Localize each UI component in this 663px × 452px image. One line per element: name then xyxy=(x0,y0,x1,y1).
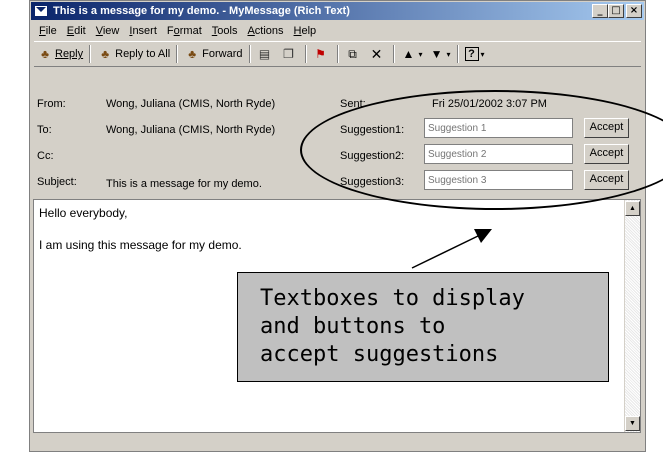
chevron-down-icon: ▾ xyxy=(480,49,485,59)
body-line-text: I am using this message for my demo. xyxy=(39,238,242,252)
body-line-greeting: Hello everybody, xyxy=(39,206,128,220)
cc-label: Cc: xyxy=(37,150,54,162)
reply-label: Reply xyxy=(55,48,84,60)
maximize-button[interactable]: □ xyxy=(608,4,624,18)
menu-view[interactable]: View xyxy=(91,25,125,37)
minimize-button[interactable]: _ xyxy=(592,4,608,18)
from-label: From: xyxy=(37,98,66,110)
annotation-line-3: accept suggestions xyxy=(260,342,499,367)
annotation-line-1: Textboxes to display xyxy=(260,286,525,311)
scroll-up-icon[interactable]: ▲ xyxy=(625,201,640,216)
flag-button[interactable]: ⚑ xyxy=(310,44,334,64)
help-icon: ? xyxy=(464,47,479,61)
forward-people-icon: ♣ xyxy=(188,47,197,61)
window-title: This is a message for my demo. - MyMessa… xyxy=(53,5,350,17)
scroll-down-icon[interactable]: ▼ xyxy=(625,416,640,431)
toolbar-separator xyxy=(248,45,251,63)
annotation-callout: Textboxes to display and buttons to acce… xyxy=(237,272,609,382)
toolbar-separator xyxy=(336,45,339,63)
print-button[interactable]: ▤ xyxy=(254,44,278,64)
up-arrow-icon: ▲ xyxy=(402,47,415,61)
toolbar-separator xyxy=(304,45,307,63)
menu-actions[interactable]: Actions xyxy=(242,25,288,37)
down-arrow-icon: ▼ xyxy=(430,47,443,61)
move-button[interactable]: ⧉ xyxy=(342,44,366,64)
reply-all-label: Reply to All xyxy=(115,48,171,60)
annotation-text: Textboxes to display and buttons to acce… xyxy=(260,285,525,369)
menu-bar: File Edit View Insert Format Tools Actio… xyxy=(34,22,321,40)
forward-button[interactable]: ♣ Forward xyxy=(181,44,245,64)
delete-icon: ✕ xyxy=(370,46,383,62)
copy-button[interactable]: ❐ xyxy=(278,44,302,64)
next-item-button[interactable]: ▼ ▾ xyxy=(426,44,454,64)
print-icon: ▤ xyxy=(258,47,271,61)
flag-icon: ⚑ xyxy=(315,47,326,61)
menu-format[interactable]: Format xyxy=(162,25,207,37)
toolbar-separator xyxy=(176,45,179,63)
subject-label: Subject: xyxy=(37,176,77,188)
window-controls: _ □ × xyxy=(592,4,642,18)
menu-insert[interactable]: Insert xyxy=(124,25,162,37)
toolbar-separator xyxy=(456,45,459,63)
toolbar-separator xyxy=(392,45,395,63)
envelope-icon xyxy=(34,5,48,17)
people-icon: ♣ xyxy=(41,47,49,61)
menu-edit[interactable]: Edit xyxy=(62,25,91,37)
title-bar[interactable]: This is a message for my demo. - MyMessa… xyxy=(31,2,644,20)
from-value: Wong, Juliana (CMIS, North Ryde) xyxy=(106,98,276,110)
chevron-down-icon: ▾ xyxy=(418,49,423,59)
reply-all-button[interactable]: ♣ Reply to All xyxy=(94,44,173,64)
subject-value: This is a message for my demo. xyxy=(106,178,262,190)
move-icon: ⧉ xyxy=(348,47,357,61)
reply-button[interactable]: ♣ Reply xyxy=(34,44,86,64)
people-icon: ♣ xyxy=(101,47,110,61)
annotation-line-2: and buttons to xyxy=(260,314,446,339)
toolbar: ♣ Reply ♣ Reply to All ♣ Forward ▤ ❐ ⚑ ⧉… xyxy=(34,41,641,67)
copy-icon: ❐ xyxy=(283,47,294,61)
help-button[interactable]: ? ▾ xyxy=(462,44,488,64)
chevron-down-icon: ▾ xyxy=(446,49,451,59)
close-button[interactable]: × xyxy=(626,4,642,18)
menu-file[interactable]: File xyxy=(34,25,62,37)
forward-label: Forward xyxy=(202,48,243,60)
to-value: Wong, Juliana (CMIS, North Ryde) xyxy=(106,124,276,136)
menu-help[interactable]: Help xyxy=(289,25,322,37)
delete-button[interactable]: ✕ xyxy=(366,44,390,64)
vertical-scrollbar[interactable]: ▲ ▼ xyxy=(624,200,640,432)
toolbar-separator xyxy=(89,45,92,63)
to-label: To: xyxy=(37,124,52,136)
menu-tools[interactable]: Tools xyxy=(207,25,243,37)
previous-item-button[interactable]: ▲ ▾ xyxy=(398,44,426,64)
